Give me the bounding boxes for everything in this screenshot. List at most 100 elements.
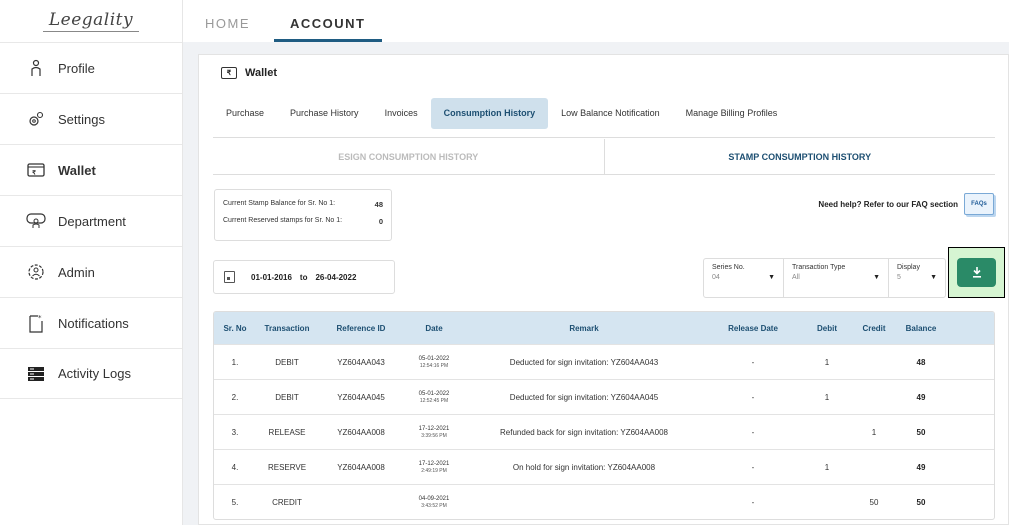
cell-release-date: - xyxy=(751,357,755,367)
cell-balance: 49 xyxy=(916,462,926,472)
transaction-type-value: All xyxy=(792,274,800,281)
wallet-subtabs: Purchase Purchase History Invoices Consu… xyxy=(213,98,790,129)
date-to-label: to xyxy=(299,272,308,282)
cell-balance: 48 xyxy=(916,357,926,367)
cell-remark: Refunded back for sign invitation: YZ604… xyxy=(500,427,668,437)
sidebar-item-admin[interactable]: Admin xyxy=(0,246,182,297)
faq-icon[interactable]: FAQs xyxy=(964,193,994,215)
department-icon xyxy=(26,211,46,231)
sidebar-item-label: Department xyxy=(58,213,126,229)
display-select[interactable]: Display 5 ▼ xyxy=(889,259,945,297)
download-icon xyxy=(972,267,981,278)
tab-esign-consumption-history[interactable]: ESIGN CONSUMPTION HISTORY xyxy=(213,139,605,174)
sidebar-item-profile[interactable]: Profile xyxy=(0,42,182,93)
cell-remark: Deducted for sign invitation: YZ604AA043 xyxy=(509,357,659,367)
table-header: Sr. No Transaction Reference ID Date Rem… xyxy=(214,312,994,344)
column-header[interactable]: Credit xyxy=(852,324,896,333)
cell-credit: 1 xyxy=(871,427,877,437)
display-value: 5 xyxy=(897,274,901,281)
column-header[interactable]: Transaction xyxy=(256,324,318,333)
series-select[interactable]: Series No. 04 ▼ xyxy=(704,259,784,297)
cell-date: 05-01-2022 12:52:45 PM xyxy=(418,390,450,404)
column-header[interactable]: Release Date xyxy=(704,324,802,333)
caret-down-icon: ▼ xyxy=(768,274,775,281)
sidebar-item-label: Settings xyxy=(58,111,105,127)
column-header[interactable]: Sr. No xyxy=(214,324,256,333)
logo-text: Leegality xyxy=(42,10,140,32)
sidebar-item-label: Wallet xyxy=(58,162,96,178)
cell-transaction: CREDIT xyxy=(272,497,302,507)
wallet-card: ₹ Wallet Purchase Purchase History Invoi… xyxy=(198,54,1009,525)
stamp-consumption-table: Sr. No Transaction Reference ID Date Rem… xyxy=(213,311,995,520)
cell-sr: 2. xyxy=(231,392,239,402)
activity-logs-icon xyxy=(26,364,46,384)
download-highlight xyxy=(948,247,1005,298)
tab-account[interactable]: ACCOUNT xyxy=(274,16,381,42)
cell-remark: On hold for sign invitation: YZ604AA008 xyxy=(512,462,656,472)
cell-reference-id: YZ604AA008 xyxy=(337,462,385,472)
tab-stamp-consumption-history[interactable]: STAMP CONSUMPTION HISTORY xyxy=(605,139,996,174)
caret-down-icon: ▼ xyxy=(873,274,880,281)
cell-reference-id: YZ604AA043 xyxy=(337,357,385,367)
transaction-type-label: Transaction Type xyxy=(792,264,846,271)
top-nav: HOME ACCOUNT xyxy=(183,0,1009,42)
column-header[interactable]: Debit xyxy=(802,324,852,333)
cell-sr: 4. xyxy=(231,462,239,472)
sidebar-item-notifications[interactable]: * Notifications xyxy=(0,297,182,348)
page-title: ₹ Wallet xyxy=(221,67,277,79)
sidebar-item-label: Admin xyxy=(58,264,95,280)
cell-reference-id: YZ604AA045 xyxy=(337,392,385,402)
series-label: Series No. xyxy=(712,264,745,271)
sidebar: Leegality Profile Settings ₹ Wallet Depa… xyxy=(0,0,183,525)
subtab-invoices[interactable]: Invoices xyxy=(372,98,431,129)
table-row: 3. RELEASE YZ604AA008 17-12-2021 3:39:56 … xyxy=(214,414,994,449)
cell-date: 17-12-2021 2:49:19 PM xyxy=(418,460,450,474)
download-button[interactable] xyxy=(957,258,996,287)
subtab-consumption-history[interactable]: Consumption History xyxy=(430,98,549,129)
cell-transaction: DEBIT xyxy=(275,357,299,367)
column-header[interactable]: Reference ID xyxy=(318,324,404,333)
column-header[interactable]: Date xyxy=(404,324,464,333)
cell-sr: 1. xyxy=(231,357,239,367)
sidebar-item-activity-logs[interactable]: Activity Logs xyxy=(0,348,182,399)
column-header[interactable]: Remark xyxy=(464,324,704,333)
cell-date: 04-09-2021 3:43:52 PM xyxy=(418,495,450,509)
subtab-low-balance-notification[interactable]: Low Balance Notification xyxy=(548,98,673,129)
current-balance-value: 48 xyxy=(374,200,383,209)
notification-icon: * xyxy=(26,313,46,333)
reserved-stamps-label: Current Reserved stamps for Sr. No 1: xyxy=(223,217,343,224)
transaction-type-select[interactable]: Transaction Type All ▼ xyxy=(784,259,889,297)
svg-text:*: * xyxy=(38,314,42,322)
history-tabs: ESIGN CONSUMPTION HISTORY STAMP CONSUMPT… xyxy=(213,139,995,175)
date-from: 01-01-2016 xyxy=(251,272,292,282)
cell-sr: 5. xyxy=(231,497,239,507)
tab-home[interactable]: HOME xyxy=(203,16,252,42)
sidebar-item-wallet[interactable]: ₹ Wallet xyxy=(0,144,182,195)
admin-icon xyxy=(26,262,46,282)
current-balance-label: Current Stamp Balance for Sr. No 1: xyxy=(223,200,336,207)
sidebar-item-settings[interactable]: Settings xyxy=(0,93,182,144)
subtab-purchase-history[interactable]: Purchase History xyxy=(277,98,372,129)
cell-transaction: RESERVE xyxy=(267,462,307,472)
subtab-manage-billing-profiles[interactable]: Manage Billing Profiles xyxy=(673,98,791,129)
brand-logo[interactable]: Leegality xyxy=(0,0,182,42)
column-header[interactable]: Balance xyxy=(896,324,946,333)
wallet-icon: ₹ xyxy=(26,160,46,180)
date-range-picker[interactable]: 01-01-2016 to 26-04-2022 xyxy=(213,260,395,294)
cell-reference-id: YZ604AA008 xyxy=(337,427,385,437)
filters: Series No. 04 ▼ Transaction Type All ▼ Dis… xyxy=(703,258,946,298)
sidebar-item-department[interactable]: Department xyxy=(0,195,182,246)
cell-balance: 49 xyxy=(916,392,926,402)
cell-sr: 3. xyxy=(231,427,239,437)
table-row: 5. CREDIT 04-09-2021 3:43:52 PM - 50 50 xyxy=(214,484,994,519)
wallet-icon: ₹ xyxy=(221,67,237,79)
cell-release-date: - xyxy=(751,462,755,472)
stamp-balance-box: Current Stamp Balance for Sr. No 1: 48 Cu… xyxy=(214,189,392,241)
cell-transaction: RELEASE xyxy=(268,427,306,437)
cell-balance: 50 xyxy=(916,427,926,437)
reserved-stamps-value: 0 xyxy=(378,217,383,226)
subtab-purchase[interactable]: Purchase xyxy=(213,98,277,129)
display-label: Display xyxy=(897,264,920,271)
cell-debit: 1 xyxy=(824,462,830,472)
cell-balance: 50 xyxy=(916,497,926,507)
